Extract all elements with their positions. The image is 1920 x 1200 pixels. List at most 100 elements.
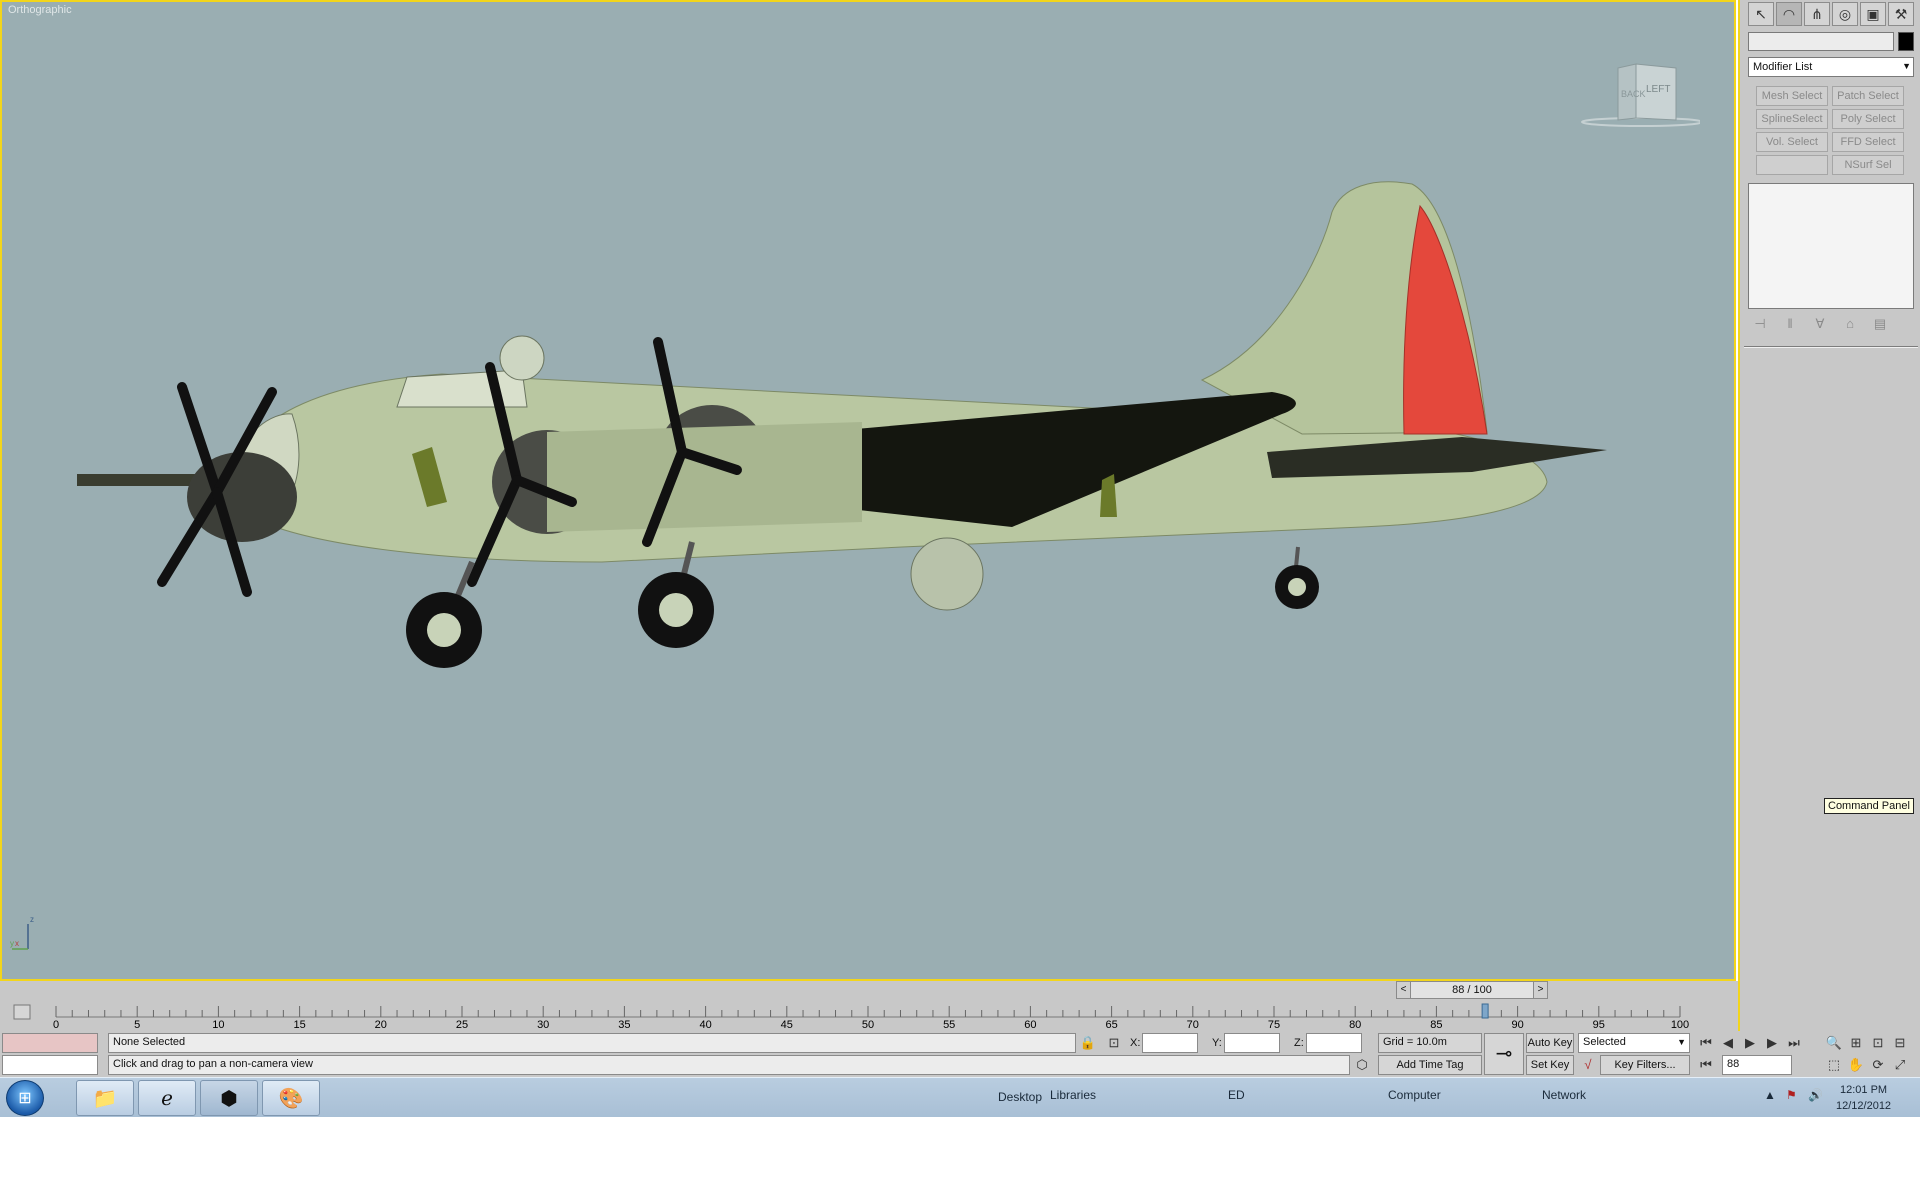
time-tag-icon[interactable]: ⬡	[1352, 1055, 1372, 1075]
next-key-icon[interactable]: ▶	[1762, 1033, 1782, 1053]
curve-editor-icon[interactable]: √	[1578, 1055, 1598, 1075]
track-tick-label: 65	[1105, 1019, 1117, 1031]
object-color-swatch[interactable]	[1898, 32, 1914, 51]
object-name-field[interactable]	[1748, 32, 1894, 51]
stack-tools: ⊣ ‖ ∀ ⌂ ▤	[1750, 316, 1890, 332]
system-clock[interactable]: 12:01 PM 12/12/2012	[1836, 1082, 1891, 1114]
zoom-extents-all-icon[interactable]: ⊟	[1890, 1033, 1910, 1053]
modifier-stack[interactable]	[1748, 183, 1914, 309]
track-tick-label: 20	[375, 1019, 387, 1031]
go-to-end-icon[interactable]: ⏭	[1784, 1033, 1804, 1053]
modify-arc-icon[interactable]: ◠	[1776, 2, 1802, 26]
ffd-select-button[interactable]: FFD Select	[1832, 132, 1904, 152]
current-frame-field[interactable]: 88	[1722, 1055, 1792, 1075]
z-coordinate-field[interactable]	[1306, 1033, 1362, 1053]
key-mode-toggle-icon[interactable]: ⏮	[1696, 1055, 1716, 1075]
orbit-icon[interactable]: ⟳	[1868, 1055, 1888, 1075]
key-filters-button[interactable]: Key Filters...	[1600, 1055, 1690, 1075]
key-mode-value: Selected	[1583, 1036, 1626, 1048]
track-tick-label: 40	[699, 1019, 711, 1031]
maxscript-listener-pink[interactable]	[2, 1033, 98, 1053]
key-icon[interactable]: ⊸	[1484, 1033, 1524, 1075]
y-label: Y:	[1212, 1037, 1222, 1049]
modifier-list-dropdown[interactable]: Modifier List ▼	[1748, 57, 1914, 77]
desktop-toolbar[interactable]: Desktop	[998, 1090, 1042, 1104]
empty-modifier-button[interactable]	[1756, 155, 1828, 175]
track-bar[interactable]: 0 5 10 15 20 25 30 35 40 45 50 55 60 65 70 75 80 85 90 95 10…	[0, 1001, 1738, 1031]
internet-explorer-icon[interactable]: ℯ	[138, 1080, 196, 1116]
zoom-icon[interactable]: 🔍	[1824, 1033, 1844, 1053]
show-hidden-icons[interactable]: ▲	[1764, 1088, 1776, 1102]
motion-icon[interactable]: ◎	[1832, 2, 1858, 26]
poly-select-button[interactable]: Poly Select	[1832, 109, 1904, 129]
hammer-icon[interactable]: ⚒	[1888, 2, 1914, 26]
key-mode-dropdown[interactable]: Selected ▼	[1578, 1033, 1690, 1053]
set-key-button[interactable]: Set Key	[1526, 1055, 1574, 1075]
maximize-viewport-icon[interactable]: ⤢	[1890, 1055, 1910, 1075]
absolute-mode-icon[interactable]: ⊡	[1104, 1033, 1124, 1053]
perspective-viewport[interactable]: Orthographic BACK LEFT z y x	[0, 0, 1736, 981]
top-turret	[499, 335, 545, 381]
previous-key-icon[interactable]: ◀	[1718, 1033, 1738, 1053]
network-toolbar[interactable]: Network	[1542, 1088, 1586, 1102]
display-icon[interactable]: ▣	[1860, 2, 1886, 26]
3dsmax-icon[interactable]: ⬢	[200, 1080, 258, 1116]
previous-frame-icon[interactable]: <	[1397, 982, 1411, 998]
patch-select-button[interactable]: Patch Select	[1832, 86, 1904, 106]
zoom-all-icon[interactable]: ⊞	[1846, 1033, 1866, 1053]
maxscript-listener-white[interactable]	[2, 1055, 98, 1075]
pin-stack-icon[interactable]: ⊣	[1750, 316, 1770, 332]
x-coordinate-field[interactable]	[1142, 1033, 1198, 1053]
b17-bomber-model[interactable]	[2, 2, 1734, 979]
pan-view-icon[interactable]: ✋	[1846, 1055, 1866, 1075]
track-tick-label: 0	[53, 1019, 59, 1031]
lock-selection-icon[interactable]: 🔒	[1078, 1033, 1098, 1053]
track-tick-label: 35	[618, 1019, 630, 1031]
zoom-extents-icon[interactable]: ⊡	[1868, 1033, 1888, 1053]
make-unique-icon[interactable]: ∀	[1810, 316, 1830, 332]
command-panel[interactable]: ↖ ◠ ⋔ ◎ ▣ ⚒ Modifier List ▼ Mesh Select …	[1738, 0, 1920, 1077]
time-slider-label: 88 / 100	[1452, 984, 1492, 996]
view-cube[interactable]: BACK LEFT	[1580, 62, 1700, 132]
y-coordinate-field[interactable]	[1224, 1033, 1280, 1053]
paint-icon[interactable]: 🎨	[262, 1080, 320, 1116]
explorer-icon[interactable]: 📁	[76, 1080, 134, 1116]
volume-icon[interactable]: 🔊	[1808, 1088, 1823, 1102]
hierarchy-icon[interactable]: ⋔	[1804, 2, 1830, 26]
libraries-toolbar[interactable]: Libraries	[1050, 1088, 1096, 1102]
track-tick-label: 25	[456, 1019, 468, 1031]
axis-z-label: z	[30, 915, 34, 924]
remove-modifier-icon[interactable]: ⌂	[1840, 316, 1860, 332]
clock-date: 12/12/2012	[1836, 1100, 1892, 1112]
track-bar-ruler[interactable]: 0 5 10 15 20 25 30 35 40 45 50 55 60 65 70 75 80 85 90 95 10…	[0, 1001, 1738, 1031]
vol-select-button[interactable]: Vol. Select	[1756, 132, 1828, 152]
add-time-tag-button[interactable]: Add Time Tag	[1378, 1055, 1482, 1075]
pointer-icon[interactable]: ↖	[1748, 2, 1774, 26]
axis-y-label: y	[10, 939, 14, 948]
configure-sets-icon[interactable]: ▤	[1870, 316, 1890, 332]
show-end-result-icon[interactable]: ‖	[1780, 316, 1800, 332]
go-to-start-icon[interactable]: ⏮	[1696, 1033, 1716, 1053]
auto-key-button[interactable]: Auto Key	[1526, 1033, 1574, 1053]
z-label: Z:	[1294, 1037, 1304, 1049]
next-frame-icon[interactable]: >	[1533, 982, 1547, 998]
nsurf-sel-button[interactable]: NSurf Sel	[1832, 155, 1904, 175]
track-tick-label: 55	[943, 1019, 955, 1031]
mesh-select-button[interactable]: Mesh Select	[1756, 86, 1828, 106]
play-icon[interactable]: ▶	[1740, 1033, 1760, 1053]
computer-toolbar[interactable]: Computer	[1388, 1088, 1441, 1102]
track-tick-label: 50	[862, 1019, 874, 1031]
ed-toolbar[interactable]: ED	[1228, 1088, 1245, 1102]
spline-select-button[interactable]: SplineSelect	[1756, 109, 1828, 129]
region-zoom-icon[interactable]: ⬚	[1824, 1055, 1844, 1075]
nacelle-fairing	[547, 422, 862, 532]
status-bar: None Selected Click and drag to pan a no…	[0, 1031, 1920, 1077]
action-center-icon[interactable]: ⚑	[1786, 1088, 1797, 1102]
rear-gunner-figure	[1100, 474, 1117, 517]
prompt-line: Click and drag to pan a non-camera view	[108, 1055, 1350, 1075]
track-tick-label: 15	[293, 1019, 305, 1031]
start-button[interactable]: ⊞	[6, 1080, 44, 1116]
modifier-buttons: Mesh Select Patch Select SplineSelect Po…	[1756, 86, 1904, 175]
time-slider[interactable]: < 88 / 100 >	[1396, 981, 1548, 999]
view-cube-left-label: LEFT	[1646, 84, 1670, 95]
